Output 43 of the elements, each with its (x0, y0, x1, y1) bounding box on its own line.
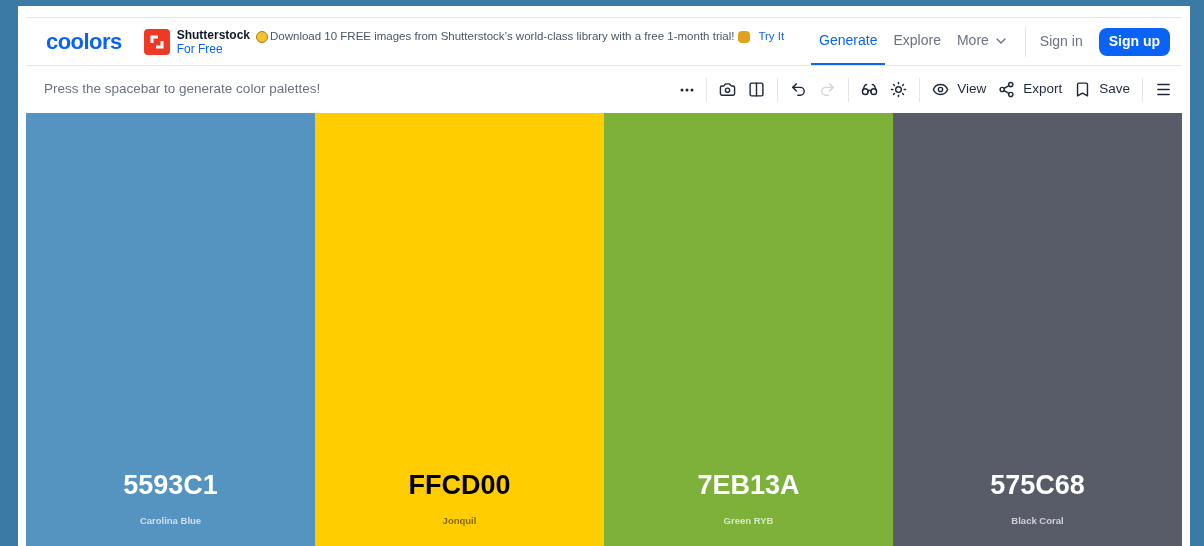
hex-code[interactable]: 575C68 (990, 465, 1085, 506)
nav-tab[interactable]: More (948, 18, 1017, 65)
ad-logo-icon (143, 28, 170, 55)
redo-icon (819, 81, 837, 98)
hex-code[interactable]: FFCD00 (408, 465, 511, 506)
nav-tab[interactable]: Generate (811, 18, 886, 65)
sun-icon (890, 81, 908, 98)
sign-up-button[interactable]: Sign up (1098, 27, 1170, 56)
glasses-icon (861, 81, 879, 98)
color-name: Jonquil (442, 513, 477, 528)
hex-code[interactable]: 5593C1 (123, 465, 218, 506)
color-swatch[interactable]: FFCD00 Jonquil (315, 113, 604, 546)
sidebar-icon (748, 81, 766, 98)
color-name: Black Coral (1011, 513, 1064, 528)
color-name: Green RYB (723, 513, 774, 528)
eye-icon (932, 81, 950, 98)
color-swatch[interactable]: 575C68 Black Coral (893, 113, 1182, 546)
emoji-icon (738, 30, 751, 43)
menu-icon (1155, 81, 1172, 98)
hint-text: Press the spacebar to generate color palettes! (44, 80, 321, 99)
color-name: Carolina Blue (139, 513, 202, 528)
more-icon (680, 87, 695, 92)
sun-button[interactable] (890, 81, 908, 98)
undo-icon (790, 81, 808, 98)
save-button[interactable]: Save (1074, 79, 1130, 100)
panel-button[interactable] (748, 81, 766, 98)
glasses-button[interactable] (861, 81, 879, 98)
menu-button[interactable] (1155, 81, 1172, 98)
ad-message: Download 10 FREE images from Shutterstock’s world-class library with a free 1-month trial! (270, 29, 735, 44)
ad-subtitle: For Free (176, 41, 224, 56)
export-button[interactable]: Export (998, 79, 1063, 100)
logo[interactable]: coolors (46, 25, 122, 58)
emoji-icon (256, 30, 268, 43)
view-button[interactable]: View (932, 79, 987, 100)
camera-icon (719, 81, 737, 98)
color-swatch[interactable]: 5593C1 Carolina Blue (26, 113, 315, 546)
try-it-link[interactable]: Try It (758, 28, 785, 46)
ad-brand: Shutterstock (176, 27, 250, 42)
undo-button[interactable] (790, 81, 808, 98)
camera-button[interactable] (719, 81, 737, 98)
share-icon (998, 81, 1016, 98)
nav-tab[interactable]: Explore (885, 18, 949, 65)
sign-in-link[interactable]: Sign in (1033, 31, 1089, 52)
